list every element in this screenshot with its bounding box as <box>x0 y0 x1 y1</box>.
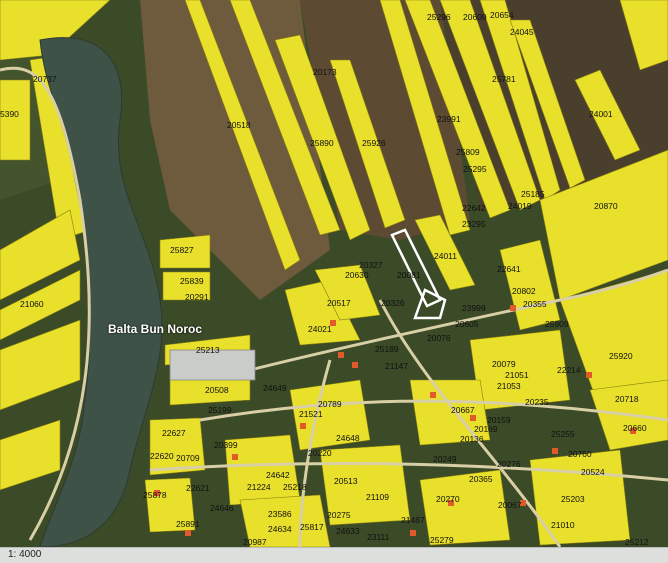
parcel-label[interactable]: 20718 <box>615 394 639 404</box>
parcel-label[interactable]: 21147 <box>385 361 408 371</box>
parcel-label[interactable]: 20276 <box>497 459 521 469</box>
parcel-label[interactable]: 24648 <box>336 433 360 443</box>
parcel-label[interactable]: 25781 <box>492 74 516 84</box>
parcel-label[interactable]: 25185 <box>521 189 545 199</box>
parcel-label[interactable]: 24019 <box>508 201 532 211</box>
parcel-label[interactable]: 20517 <box>327 298 351 308</box>
parcel-label[interactable]: 20630 <box>345 270 369 280</box>
parcel-label[interactable]: 5390 <box>0 109 19 119</box>
parcel-label[interactable]: 20067 <box>498 500 522 510</box>
parcel-label[interactable]: 22620 <box>150 451 174 461</box>
parcel-label[interactable]: 21521 <box>299 409 323 419</box>
parcel-label[interactable]: 25827 <box>170 245 194 255</box>
cadastral-map[interactable]: 25296 20609 20654 24045 20737 5390 20173… <box>0 0 668 563</box>
parcel-label[interactable]: 20605 <box>455 319 479 329</box>
parcel-label[interactable]: 23991 <box>437 114 461 124</box>
parcel-label[interactable]: 25926 <box>362 138 386 148</box>
parcel-label[interactable]: 21224 <box>247 482 271 492</box>
parcel-label[interactable]: 25218 <box>283 482 307 492</box>
parcel-label[interactable]: 25199 <box>208 405 232 415</box>
parcel-label[interactable]: 25839 <box>180 276 204 286</box>
parcel-label[interactable]: 23295 <box>462 219 486 229</box>
parcel-label[interactable]: 20076 <box>427 333 451 343</box>
parcel-label[interactable]: 20249 <box>433 454 457 464</box>
parcel-label[interactable]: 24633 <box>336 526 360 536</box>
parcel-label[interactable]: 25189 <box>375 344 399 354</box>
parcel-label[interactable]: 20136 <box>460 434 484 444</box>
parcel-label[interactable]: 20802 <box>512 286 536 296</box>
parcel-label[interactable]: 22641 <box>497 264 521 274</box>
parcel-label[interactable]: 20524 <box>581 467 605 477</box>
parcel-label[interactable]: 24646 <box>210 503 234 513</box>
parcel-label[interactable]: 24001 <box>589 109 613 119</box>
parcel-label[interactable]: 20365 <box>469 474 493 484</box>
parcel-label[interactable]: 21109 <box>366 492 389 502</box>
parcel-label[interactable]: 25213 <box>196 345 220 355</box>
parcel-label[interactable]: 20789 <box>318 399 342 409</box>
parcel-label[interactable]: 22621 <box>186 483 210 493</box>
parcel-label[interactable]: 22642 <box>462 203 486 213</box>
parcel-label[interactable]: 22214 <box>557 365 581 375</box>
parcel-label[interactable]: 20327 <box>359 260 383 270</box>
parcel-label[interactable]: 23999 <box>462 303 486 313</box>
parcel-label[interactable]: 20737 <box>33 74 57 84</box>
parcel-label[interactable]: 20275 <box>327 510 351 520</box>
parcel-label[interactable]: 21051 <box>505 370 529 380</box>
scale-text: 1: 4000 <box>8 549 42 560</box>
parcel-label[interactable]: 20667 <box>451 405 475 415</box>
parcel-label[interactable]: 24649 <box>263 383 287 393</box>
parcel-label[interactable]: 25817 <box>300 522 324 532</box>
parcel-label[interactable]: 20355 <box>523 299 547 309</box>
parcel-label[interactable]: 25255 <box>551 429 575 439</box>
parcel-label[interactable]: 25891 <box>176 519 200 529</box>
parcel-label[interactable]: 25878 <box>143 490 167 500</box>
parcel-label[interactable]: 20760 <box>568 449 592 459</box>
parcel-label[interactable]: 25203 <box>561 494 585 504</box>
parcel-label[interactable]: 20081 <box>397 270 421 280</box>
parcel-label[interactable]: 23111 <box>367 532 389 542</box>
parcel-label[interactable]: 20291 <box>185 292 209 302</box>
parcel-label[interactable]: 21010 <box>551 520 575 530</box>
parcel-label[interactable]: 20270 <box>436 494 460 504</box>
parcel-label[interactable]: 20235 <box>525 397 549 407</box>
parcel-label[interactable]: 20609 <box>463 12 487 22</box>
parcel-label[interactable]: 24634 <box>268 524 292 534</box>
parcel-label[interactable]: 24045 <box>510 27 534 37</box>
parcel-label[interactable]: 20987 <box>243 537 267 547</box>
parcel-label[interactable]: 20518 <box>227 120 251 130</box>
parcel-label[interactable]: 24642 <box>266 470 290 480</box>
parcel-label[interactable]: 25295 <box>463 164 487 174</box>
parcel-label[interactable]: 20326 <box>381 298 405 308</box>
parcel-label[interactable]: 20654 <box>490 10 514 20</box>
parcel-label[interactable]: 21060 <box>20 299 44 309</box>
parcel-label[interactable]: 25890 <box>310 138 334 148</box>
parcel-label[interactable]: 20660 <box>623 423 647 433</box>
parcel-label[interactable]: 25212 <box>625 537 649 547</box>
parcel-label[interactable]: 24021 <box>308 324 332 334</box>
scale-bar: 1: 4000 <box>0 547 668 563</box>
parcel-label[interactable]: 20399 <box>214 440 238 450</box>
parcel-label[interactable]: 20220 <box>308 448 332 458</box>
parcel-label[interactable]: 20508 <box>205 385 229 395</box>
parcel-label[interactable]: 23586 <box>268 509 292 519</box>
parcel-label[interactable]: 20709 <box>176 453 200 463</box>
parcel-label[interactable]: 20079 <box>492 359 516 369</box>
parcel-label[interactable]: 21487 <box>401 515 425 525</box>
parcel-label[interactable]: 25809 <box>456 147 480 157</box>
parcel-label[interactable]: 25920 <box>609 351 633 361</box>
parcel-label[interactable]: 25279 <box>430 535 454 545</box>
parcel-label[interactable]: 21053 <box>497 381 521 391</box>
parcel-label[interactable]: 20513 <box>334 476 358 486</box>
parcel-label[interactable]: 25296 <box>427 12 451 22</box>
parcel-label[interactable]: 20169 <box>474 424 498 434</box>
parcel-label[interactable]: 24011 <box>434 251 457 261</box>
parcel-label[interactable]: 25909 <box>545 319 569 329</box>
lake-name-label: Balta Bun Noroc <box>108 322 203 336</box>
parcel-label[interactable]: 20173 <box>313 67 337 77</box>
parcel-label[interactable]: 22627 <box>162 428 186 438</box>
parcel-label[interactable]: 20870 <box>594 201 618 211</box>
